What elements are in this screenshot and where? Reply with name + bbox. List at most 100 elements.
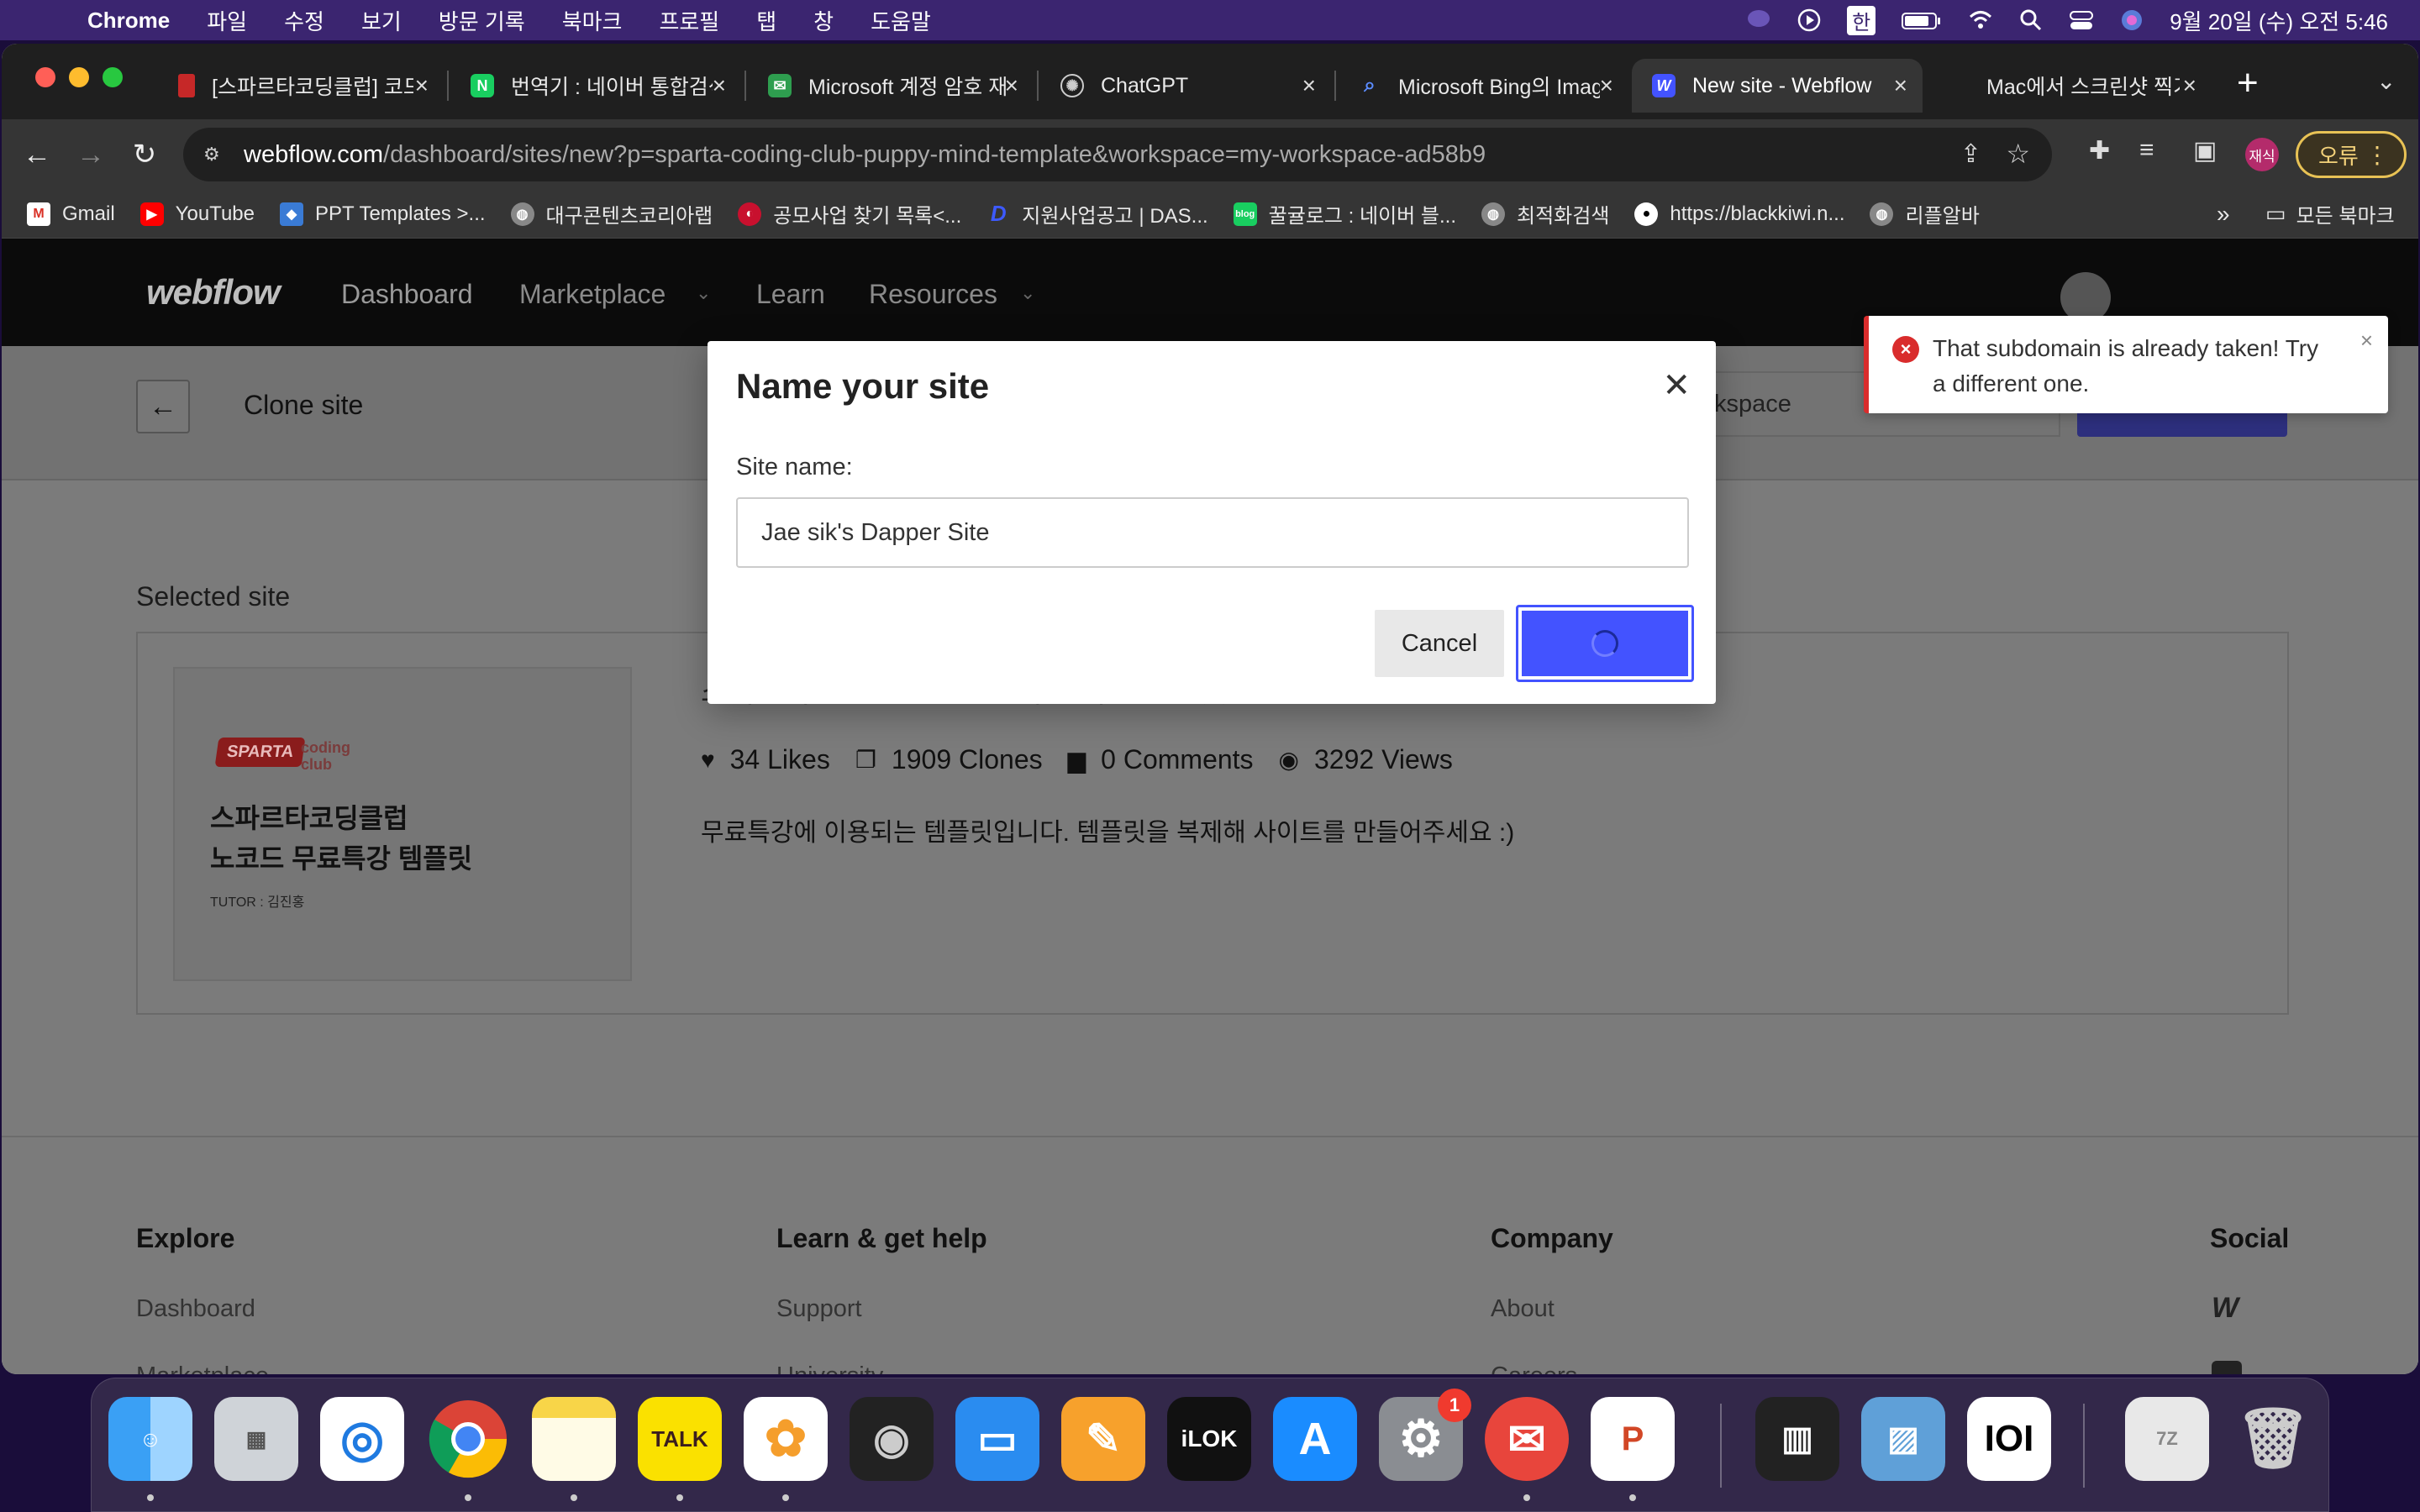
menu-app-name[interactable]: Chrome [87,8,170,34]
close-tab-icon[interactable]: × [713,72,726,99]
bookmark-contest[interactable]: ◐ 공모사업 찾기 목록<... [738,199,961,228]
share-icon[interactable]: ⇪ [1960,139,1981,169]
bookmark-ripple[interactable]: ◍ 리플알바 [1870,199,1980,228]
pages-icon[interactable]: ✎ [1061,1397,1145,1481]
bookmark-star-icon[interactable]: ☆ [2006,138,2030,170]
forward-button[interactable]: → [67,131,114,178]
side-panel-icon[interactable]: ▣ [2193,136,2217,165]
archive-file-icon[interactable]: 7Z [2125,1397,2209,1481]
bookmark-optimize-search[interactable]: ◍ 최적화검색 [1481,199,1609,228]
reading-list-icon[interactable]: ≡ [2139,136,2154,165]
tab-microsoft[interactable]: ✉ Microsoft 계정 암호 재 × [748,59,1034,113]
spotlight-search-icon[interactable] [2018,8,2044,33]
piano-app-icon[interactable]: ▥ [1755,1397,1839,1481]
footer-link-support[interactable]: Support [776,1295,862,1323]
logic-pro-icon[interactable]: ◉ [850,1397,934,1481]
nav-resources[interactable]: Resources [869,279,997,310]
bookmark-gmail[interactable]: M Gmail [27,202,115,226]
play-status-icon[interactable] [1797,8,1822,33]
menu-profile[interactable]: 프로필 [659,5,719,36]
reload-button[interactable]: ↻ [121,131,168,178]
menu-window[interactable]: 창 [813,5,834,36]
safari-icon[interactable]: ◎ [320,1397,404,1481]
site-info-icon[interactable]: ⚙ [203,144,225,165]
address-bar[interactable]: ⚙ webflow.com/dashboard/sites/new?p=spar… [183,128,2052,181]
menubar-datetime[interactable]: 9월 20일 (수) 오전 5:46 [2170,5,2388,36]
close-tab-icon[interactable]: × [1600,72,1613,99]
bookmark-das[interactable]: D 지원사업공고 | DAS... [986,199,1208,228]
tab-bing[interactable]: ⌕ Microsoft Bing의 Image × [1338,59,1628,113]
ioi-app-icon[interactable]: IOI [1967,1397,2051,1481]
webflow-logo[interactable]: webflow [146,272,281,312]
messages-status-icon[interactable] [1746,8,1771,33]
finder-icon[interactable]: ☺ [108,1397,192,1481]
footer-link-marketplace[interactable]: Marketplace [136,1362,269,1374]
footer-link-about[interactable]: About [1491,1295,1555,1323]
user-avatar[interactable] [2060,272,2111,323]
back-button[interactable]: ← [13,131,60,178]
youtube-social-icon[interactable] [2212,1361,2242,1374]
bookmark-daegu-content[interactable]: ◍ 대구콘텐츠코리아랩 [510,199,713,228]
footer-link-dashboard[interactable]: Dashboard [136,1295,255,1323]
menu-tab[interactable]: 탭 [756,5,776,36]
input-method-indicator[interactable]: 한 [1847,5,1876,35]
ilok-icon[interactable]: iLOK [1167,1397,1251,1481]
close-tab-icon[interactable]: × [2183,72,2196,99]
menu-history[interactable]: 방문 기록 [439,5,525,36]
preview-icon[interactable]: ▨ [1861,1397,1945,1481]
launchpad-icon[interactable]: ▦ [214,1397,298,1481]
bookmark-naver-blog[interactable]: blog 꿀귤로그 : 네이버 블... [1233,199,1456,228]
battery-icon[interactable] [1901,8,1943,33]
submit-button-loading[interactable] [1516,605,1694,682]
close-toast-icon[interactable]: × [2360,328,2373,354]
tab-chatgpt[interactable]: ✺ ChatGPT × [1040,59,1331,113]
webflow-social-icon[interactable]: W [2212,1292,2238,1325]
mail-icon[interactable]: ✉ [1485,1397,1569,1481]
notes-icon[interactable] [532,1397,616,1481]
update-error-button[interactable]: 오류 ⋮ [2296,131,2407,178]
app-store-icon[interactable]: A [1273,1397,1357,1481]
menu-file[interactable]: 파일 [207,5,247,36]
bookmark-blackkiwi[interactable]: ● https://blackkiwi.n... [1634,202,1844,226]
kakaotalk-icon[interactable]: TALK [638,1397,722,1481]
close-tab-icon[interactable]: × [1005,72,1018,99]
trash-icon[interactable]: 🗑 [2231,1397,2315,1481]
footer-link-university[interactable]: University [776,1362,883,1374]
new-tab-button[interactable]: + [2237,62,2259,104]
cancel-button[interactable]: Cancel [1375,610,1504,677]
footer-link-careers[interactable]: Careers [1491,1362,1577,1374]
tab-mac-screenshot[interactable]: Mac에서 스크린샷 찍기 × [1926,59,2212,113]
all-bookmarks-folder[interactable]: ▭ 모든 북마크 [2265,199,2395,228]
menu-bookmarks[interactable]: 북마크 [562,5,623,36]
bookmark-youtube[interactable]: ▶ YouTube [139,202,255,226]
tab-naver[interactable]: N 번역기 : 네이버 통합검색 × [450,59,741,113]
nav-dashboard[interactable]: Dashboard [341,279,473,310]
photos-icon[interactable]: ✿ [744,1397,828,1481]
wifi-icon[interactable] [1968,8,1993,33]
minimize-window-button[interactable] [69,67,89,87]
menu-help[interactable]: 도움말 [871,5,931,36]
close-tab-icon[interactable]: × [415,72,429,99]
back-arrow-button[interactable]: ← [136,380,190,433]
chrome-icon[interactable] [426,1397,510,1481]
nav-learn[interactable]: Learn [756,279,825,310]
close-window-button[interactable] [35,67,55,87]
control-center-icon[interactable] [2069,8,2094,33]
menu-edit[interactable]: 수정 [284,5,324,36]
profile-avatar[interactable]: 재식 [2245,138,2279,171]
zoom-window-button[interactable] [103,67,123,87]
bookmark-ppt-templates[interactable]: ◆ PPT Templates >... [279,202,486,226]
tab-webflow-active[interactable]: W New site - Webflow × [1632,59,1923,113]
close-icon[interactable]: ✕ [1662,366,1691,405]
bookmarks-overflow-button[interactable]: » [2217,201,2230,228]
site-name-input[interactable] [736,497,1689,568]
system-settings-icon[interactable]: ⚙ 1 [1379,1389,1471,1481]
close-tab-icon[interactable]: × [1302,72,1316,99]
close-tab-icon[interactable]: × [1894,72,1907,99]
tab-sparta[interactable]: [스파르타코딩클럽] 코드 × [158,59,444,113]
siri-icon[interactable] [2119,8,2144,33]
tab-search-chevron-icon[interactable]: ⌄ [2376,67,2396,95]
more-menu-icon[interactable]: ⋮ [2365,141,2389,169]
template-thumbnail[interactable]: SPARTA coding club 스파르타코딩클럽 노코드 무료특강 템플릿 … [173,667,632,981]
menu-view[interactable]: 보기 [361,5,402,36]
